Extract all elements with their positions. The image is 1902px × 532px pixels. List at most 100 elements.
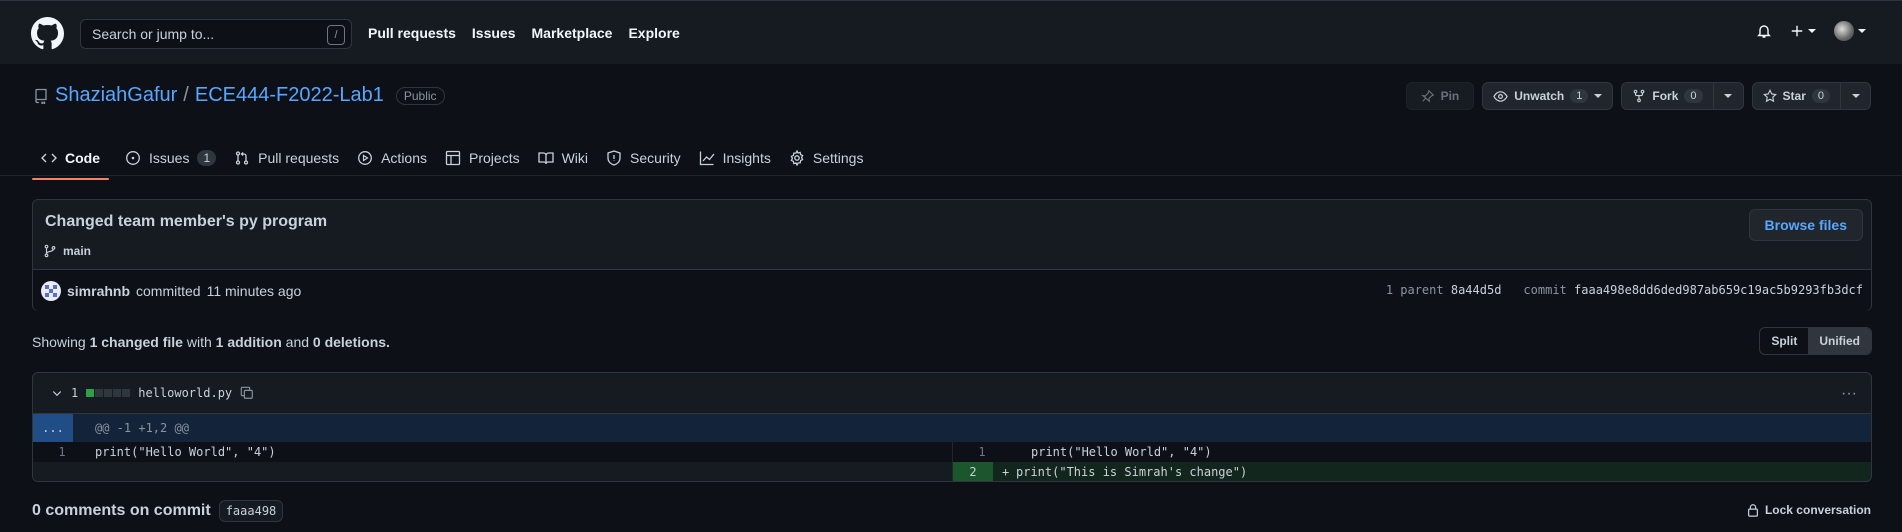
fork-button[interactable]: Fork 0 — [1621, 82, 1744, 110]
copy-icon[interactable] — [240, 386, 254, 400]
tab-security[interactable]: Security — [597, 140, 690, 176]
kebab-horizontal-icon[interactable]: ··· — [1841, 385, 1857, 403]
repo-separator: / — [183, 84, 189, 106]
code-line: print("Hello World", "4") — [95, 445, 276, 459]
author-name[interactable]: simrahnb — [67, 283, 130, 299]
caret-down-icon — [1851, 94, 1860, 98]
comments-count-label: 0 comments on commit — [32, 502, 211, 519]
commit-title: Changed team member's py program — [45, 213, 328, 230]
commit-sha: faaa498e8dd6ded987ab659c19ac5b9293fb3dcf — [1574, 283, 1863, 297]
repo-name-link[interactable]: ECE444-F2022-Lab1 — [195, 84, 384, 107]
tab-pull-requests[interactable]: Pull requests — [225, 140, 348, 176]
tab-settings-label: Settings — [812, 150, 864, 166]
commit-refs: 1 parent 8a44d5d commit faaa498e8dd6ded9… — [1386, 283, 1863, 297]
file-header: 1 helloworld.py ··· — [33, 373, 1871, 414]
unwatch-button[interactable]: Unwatch 1 — [1482, 82, 1614, 110]
nav-issues[interactable]: Issues — [472, 25, 516, 41]
search-input[interactable]: Search or jump to... / — [80, 19, 352, 49]
hunk-header: ... @@ -1 +1,2 @@ — [33, 414, 1871, 442]
tab-wiki[interactable]: Wiki — [529, 140, 597, 176]
github-logo-icon[interactable] — [31, 17, 64, 50]
tab-projects[interactable]: Projects — [436, 140, 529, 176]
caret-down-icon — [1808, 29, 1816, 33]
lock-icon — [1747, 504, 1758, 517]
line-number[interactable]: 1 — [953, 445, 1011, 459]
commit-short-sha: faaa498 — [218, 500, 284, 522]
fork-count: 0 — [1684, 89, 1703, 103]
author-avatar[interactable] — [41, 280, 61, 301]
diff-left-empty — [33, 462, 952, 481]
tab-actions-label: Actions — [381, 150, 428, 166]
commit-box: Changed team member's py program main Br… — [32, 199, 1872, 311]
star-dropdown[interactable] — [1840, 83, 1870, 109]
summary-changed-files[interactable]: 1 changed file — [90, 334, 183, 350]
diff-row: 1 print("Hello World", "4") 1 print("Hel… — [33, 442, 1871, 462]
user-menu[interactable] — [1834, 21, 1866, 41]
search-shortcut-key: / — [327, 25, 345, 45]
diff-summary: Showing 1 changed file with 1 addition a… — [32, 334, 390, 350]
fork-icon — [1634, 89, 1645, 103]
tab-pull-requests-label: Pull requests — [258, 150, 340, 166]
star-button[interactable]: Star 0 — [1751, 82, 1871, 110]
lock-conversation-button[interactable]: Lock conversation — [1746, 503, 1871, 517]
commit-label: commit — [1523, 283, 1567, 297]
commit-action: committed — [136, 282, 201, 299]
create-new-dropdown[interactable] — [1790, 24, 1816, 38]
nav-pull-requests[interactable]: Pull requests — [368, 25, 456, 41]
play-icon — [358, 151, 373, 165]
tabs-divider — [0, 175, 1902, 176]
tab-settings[interactable]: Settings — [780, 140, 873, 176]
commit-meta-bar: simrahnb committed 11 minutes ago 1 pare… — [33, 269, 1871, 311]
split-view-button[interactable]: Split — [1760, 328, 1808, 354]
lock-label: Lock conversation — [1764, 503, 1871, 517]
issue-opened-icon — [126, 151, 140, 165]
expand-up-button[interactable]: ... — [33, 414, 73, 442]
chevron-down-icon[interactable] — [51, 387, 63, 399]
browse-files-button[interactable]: Browse files — [1748, 209, 1863, 241]
diff-left-line: 1 print("Hello World", "4") — [33, 442, 952, 462]
code-line: print("This is Simrah's change") — [1016, 465, 1248, 479]
search-placeholder: Search or jump to... — [92, 26, 215, 42]
fork-label: Fork — [1652, 89, 1679, 103]
fork-dropdown[interactable] — [1712, 83, 1743, 109]
tab-actions[interactable]: Actions — [348, 140, 436, 176]
tab-issues[interactable]: Issues 1 — [116, 140, 225, 176]
caret-down-icon — [1724, 94, 1733, 98]
tab-security-label: Security — [630, 150, 681, 166]
caret-down-icon — [1858, 29, 1866, 33]
issues-count: 1 — [197, 150, 217, 166]
tab-insights[interactable]: Insights — [690, 140, 780, 176]
repo-icon — [33, 88, 49, 104]
commit-author-line: simrahnb committed 11 minutes ago — [41, 280, 301, 301]
line-number[interactable]: 1 — [33, 445, 91, 459]
summary-and: and — [285, 334, 310, 350]
git-branch-icon — [44, 244, 56, 258]
pin-label: Pin — [1440, 89, 1460, 103]
file-name[interactable]: helloworld.py — [138, 386, 232, 400]
parent-sha-link[interactable]: 8a44d5d — [1451, 283, 1502, 297]
added-marker: + — [1002, 465, 1010, 479]
line-number[interactable]: 2 — [953, 462, 993, 481]
gear-icon — [790, 150, 804, 166]
branch-name[interactable]: main — [63, 244, 91, 258]
repo-owner-link[interactable]: ShaziahGafur — [55, 84, 177, 107]
tab-wiki-label: Wiki — [561, 150, 589, 166]
bell-icon[interactable] — [1756, 23, 1772, 39]
pin-button[interactable]: Pin — [1405, 82, 1475, 110]
code-line: print("Hello World", "4") — [1031, 445, 1212, 459]
nav-marketplace[interactable]: Marketplace — [532, 25, 613, 41]
file-diff: 1 helloworld.py ··· ... @@ -1 +1,2 @@ 1 … — [32, 372, 1872, 482]
summary-showing: Showing — [32, 334, 86, 350]
pin-icon — [1420, 89, 1434, 103]
tab-code-label: Code — [65, 150, 100, 166]
hunk-range: @@ -1 +1,2 @@ — [95, 421, 189, 435]
diff-right-line: 1 print("Hello World", "4") — [952, 442, 1871, 462]
tab-code[interactable]: Code — [32, 140, 109, 180]
nav-explore[interactable]: Explore — [628, 25, 679, 41]
summary-additions: 1 addition — [215, 334, 282, 350]
unwatch-label: Unwatch — [1514, 89, 1565, 103]
summary-deletions: 0 deletions. — [312, 334, 390, 350]
table-icon — [445, 150, 461, 166]
parent-ref: 1 parent 8a44d5d — [1386, 283, 1502, 297]
unified-view-button[interactable]: Unified — [1808, 328, 1871, 354]
